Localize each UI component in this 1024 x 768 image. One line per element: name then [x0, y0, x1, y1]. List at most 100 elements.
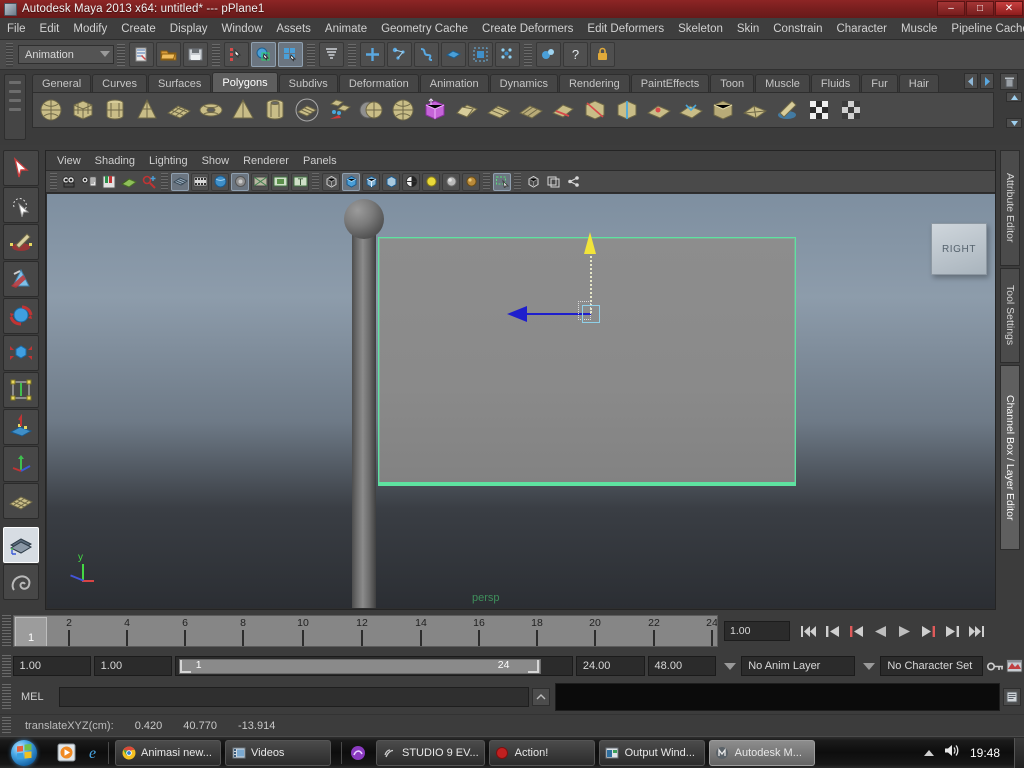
- range-slider-right-handle[interactable]: [527, 660, 539, 673]
- poly-boolean-icon[interactable]: [356, 95, 386, 125]
- shelf-tab-general[interactable]: General: [32, 74, 92, 92]
- poly-bridge-icon[interactable]: [484, 95, 514, 125]
- menu-assets[interactable]: Assets: [269, 18, 318, 40]
- taskbar-item-maya[interactable]: Autodesk M...: [708, 739, 815, 766]
- tab-attribute-editor[interactable]: Attribute Editor: [1000, 150, 1020, 266]
- anim-layer-dropdown-icon[interactable]: [724, 662, 737, 670]
- taskbar-item-output[interactable]: Output Wind...: [598, 739, 705, 766]
- poly-sphere-icon[interactable]: [36, 95, 66, 125]
- move-manipulator-y-arrow[interactable]: [584, 232, 596, 254]
- menu-character[interactable]: Character: [829, 18, 894, 40]
- poly-pyramid-icon[interactable]: [228, 95, 258, 125]
- viewport-menu-shading[interactable]: Shading: [88, 155, 142, 167]
- menu-pipeline-cache[interactable]: Pipeline Cache: [944, 18, 1024, 40]
- tab-tool-settings[interactable]: Tool Settings: [1000, 268, 1020, 363]
- menu-edit[interactable]: Edit: [33, 18, 67, 40]
- wireframe-icon[interactable]: [322, 172, 340, 191]
- snap-to-curve-icon[interactable]: [387, 42, 412, 67]
- shelf-tab-fur[interactable]: Fur: [861, 74, 898, 92]
- rotate-tool[interactable]: [3, 298, 39, 334]
- image-plane-icon[interactable]: [120, 173, 138, 191]
- shelf-scroll-up-icon[interactable]: [1006, 92, 1022, 102]
- menu-window[interactable]: Window: [214, 18, 269, 40]
- character-set-dropdown-icon[interactable]: [863, 662, 876, 670]
- poly-extrude-icon[interactable]: [420, 95, 450, 125]
- universal-manipulator-tool[interactable]: [3, 372, 39, 408]
- shelf-options-grip[interactable]: [4, 74, 26, 140]
- poly-smooth-icon[interactable]: [388, 95, 418, 125]
- last-tool-used[interactable]: [3, 483, 39, 519]
- poly-cube-icon[interactable]: [68, 95, 98, 125]
- poly-triangulate-icon[interactable]: [740, 95, 770, 125]
- poly-crease-icon[interactable]: [708, 95, 738, 125]
- time-slider-grip[interactable]: [2, 615, 11, 647]
- taskbar-item-videos[interactable]: Videos: [225, 739, 331, 766]
- poly-sculpt-icon[interactable]: [772, 95, 802, 125]
- select-tool[interactable]: [3, 150, 39, 186]
- xray-toggle-icon[interactable]: [524, 173, 542, 191]
- current-time-indicator[interactable]: 1: [15, 617, 47, 646]
- safe-title-icon[interactable]: T: [291, 172, 309, 191]
- range-slider-left-handle[interactable]: [179, 660, 191, 673]
- shelf-tab-painteffects[interactable]: PaintEffects: [630, 74, 710, 92]
- show-hidden-icons-icon[interactable]: [923, 749, 934, 756]
- lamp-post-ball[interactable]: [344, 199, 384, 239]
- smooth-shade-all-icon[interactable]: [342, 172, 360, 191]
- gate-mask-icon[interactable]: [231, 172, 249, 191]
- volume-icon[interactable]: [943, 743, 961, 763]
- shelf-next-icon[interactable]: [980, 73, 994, 89]
- shelf-tab-dynamics[interactable]: Dynamics: [489, 74, 558, 92]
- step-forward-key-button[interactable]: [918, 620, 939, 642]
- safe-action-icon[interactable]: [271, 172, 289, 191]
- menu-modify[interactable]: Modify: [66, 18, 114, 40]
- current-frame-field[interactable]: 1.00: [724, 621, 790, 641]
- animation-preferences-icon[interactable]: [1005, 659, 1024, 673]
- move-manipulator-center-handle[interactable]: [582, 305, 600, 323]
- command-input-field[interactable]: [59, 687, 529, 707]
- menu-animate[interactable]: Animate: [318, 18, 374, 40]
- snap-to-point-icon[interactable]: [414, 42, 439, 67]
- time-slider[interactable]: 1 2 4 6 8 10 12 14 16 18 20 22 24: [13, 615, 718, 647]
- menu-skin[interactable]: Skin: [730, 18, 766, 40]
- step-forward-frame-button[interactable]: [942, 620, 963, 642]
- viewport-menu-lighting[interactable]: Lighting: [142, 155, 195, 167]
- poly-plane-icon[interactable]: [164, 95, 194, 125]
- viewport-menu-view[interactable]: View: [50, 155, 88, 167]
- poly-collapse-icon[interactable]: [676, 95, 706, 125]
- close-button[interactable]: ✕: [995, 1, 1023, 16]
- shelf-tab-muscle[interactable]: Muscle: [755, 74, 810, 92]
- trash-icon[interactable]: [1000, 73, 1018, 90]
- anim-layer-field[interactable]: No Anim Layer: [741, 656, 856, 676]
- media-player-icon[interactable]: [56, 743, 76, 763]
- film-gate-icon[interactable]: [191, 172, 209, 191]
- shelf-scroll-down-icon[interactable]: [1006, 118, 1022, 128]
- texture-toggle-icon[interactable]: [402, 172, 420, 191]
- select-by-component-icon[interactable]: [278, 42, 303, 67]
- shelf-prev-icon[interactable]: [964, 73, 978, 89]
- taskbar-item-chrome[interactable]: Animasi new...: [115, 739, 221, 766]
- tab-channel-box-layer-editor[interactable]: Channel Box / Layer Editor: [1000, 365, 1020, 550]
- poly-combine-icon[interactable]: [324, 95, 354, 125]
- layout-persp-outliner[interactable]: [3, 564, 39, 600]
- range-slider-grip[interactable]: [2, 655, 11, 677]
- range-slider-handle-track[interactable]: [178, 659, 541, 674]
- snap-to-grid-icon[interactable]: [360, 42, 385, 67]
- bookmark-icon[interactable]: [100, 173, 118, 191]
- shelf-tab-hair[interactable]: Hair: [898, 74, 939, 92]
- construction-history-icon[interactable]: [536, 42, 561, 67]
- windows-start-orb[interactable]: [2, 738, 46, 768]
- poly-pipe-icon[interactable]: [260, 95, 290, 125]
- poly-prism-icon[interactable]: [292, 95, 322, 125]
- poly-split-icon[interactable]: [548, 95, 578, 125]
- snap-to-view-plane-icon[interactable]: [468, 42, 493, 67]
- xray-joints-icon[interactable]: [544, 173, 562, 191]
- highlight-selection-icon[interactable]: [319, 42, 344, 67]
- play-forwards-button[interactable]: [894, 620, 915, 642]
- shelf-tab-deformation[interactable]: Deformation: [338, 74, 419, 92]
- shadows-icon[interactable]: [462, 172, 480, 191]
- go-to-start-button[interactable]: [798, 620, 819, 642]
- poly-uv-checker-icon[interactable]: [804, 95, 834, 125]
- viewport-menu-show[interactable]: Show: [195, 155, 237, 167]
- shelf-tab-polygons[interactable]: Polygons: [212, 72, 278, 92]
- paint-select-tool[interactable]: [3, 224, 39, 260]
